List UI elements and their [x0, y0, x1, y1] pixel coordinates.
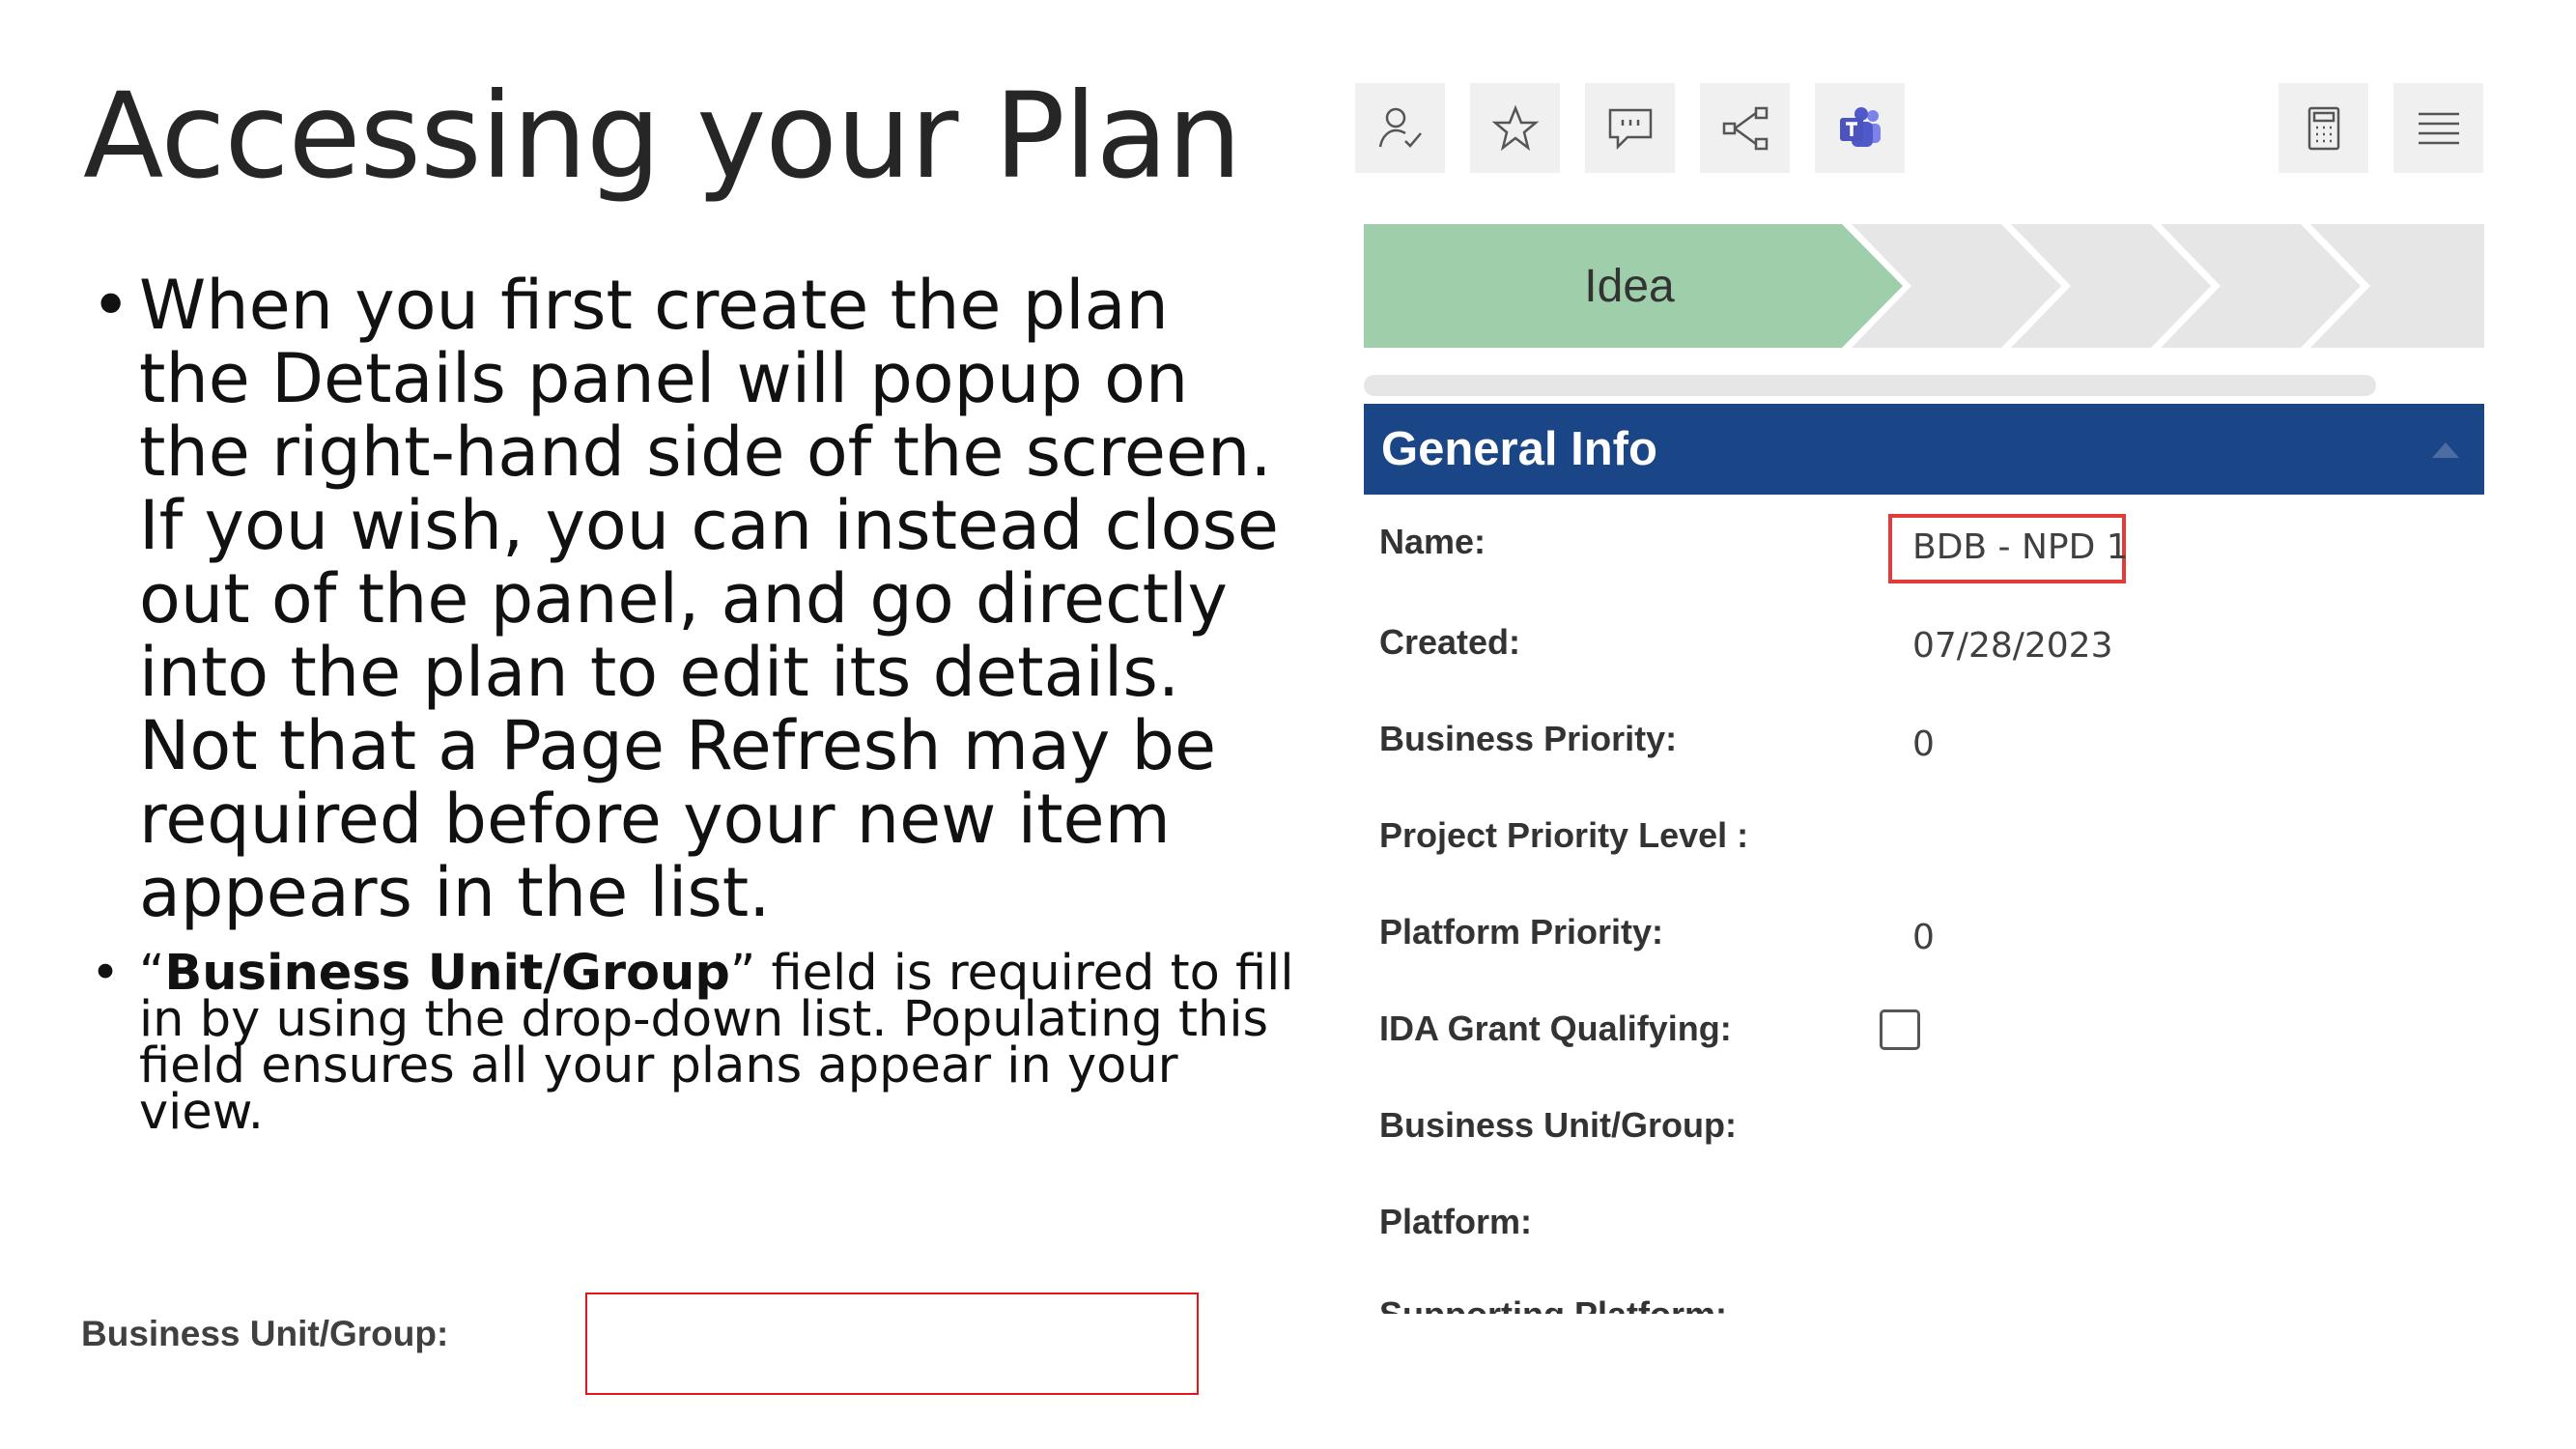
- project-priority-level-label: Project Priority Level :: [1379, 815, 1749, 855]
- created-value: 07/28/2023: [1912, 626, 2113, 666]
- bullet-item-1: • When you first create the plan the Det…: [83, 269, 1300, 929]
- cut-off-field-row: Supporting Platform:: [1364, 1294, 2484, 1314]
- menu-button[interactable]: [2393, 83, 2483, 173]
- platform-label: Platform:: [1379, 1202, 1533, 1241]
- calculator-icon: [2307, 106, 2339, 150]
- business-unit-group-label: Business Unit/Group:: [1379, 1105, 1738, 1145]
- business-unit-group-callout-field[interactable]: [585, 1293, 1199, 1395]
- comment-icon: [1608, 108, 1652, 150]
- horizontal-scrollbar[interactable]: [1364, 375, 2376, 396]
- assign-user-icon: [1378, 107, 1422, 148]
- collapse-arrow-icon[interactable]: [2432, 442, 2459, 458]
- menu-icon: [2418, 112, 2459, 144]
- bullet-dot: •: [91, 266, 131, 345]
- business-priority-label: Business Priority:: [1379, 719, 1678, 758]
- teams-button[interactable]: [1815, 83, 1905, 173]
- name-label: Name:: [1379, 522, 1486, 561]
- bullet-dot: •: [91, 945, 121, 1002]
- stage-idea[interactable]: Idea: [1364, 224, 1895, 348]
- bullet-text-1: When you first create the plan the Detai…: [139, 266, 1279, 932]
- assign-user-button[interactable]: [1355, 83, 1445, 173]
- comment-button[interactable]: [1585, 83, 1675, 173]
- ida-grant-qualifying-label: IDA Grant Qualifying:: [1379, 1009, 1732, 1048]
- created-label: Created:: [1379, 622, 1521, 662]
- bullet-list: • When you first create the plan the Det…: [83, 269, 1300, 1137]
- teams-icon: [1839, 106, 1881, 147]
- bullet-item-2: • “Business Unit/Group” field is require…: [83, 945, 1300, 1137]
- ida-grant-qualifying-checkbox[interactable]: [1880, 1009, 1920, 1050]
- name-value[interactable]: BDB - NPD 1: [1912, 527, 2129, 567]
- calculator-button[interactable]: [2279, 83, 2368, 173]
- business-unit-group-callout-label: Business Unit/Group:: [81, 1314, 449, 1353]
- cut-off-field-label: Supporting Platform:: [1379, 1294, 1727, 1314]
- share-icon: [1722, 106, 1768, 150]
- share-button[interactable]: [1700, 83, 1790, 173]
- general-info-header[interactable]: General Info: [1364, 404, 2484, 495]
- platform-priority-value[interactable]: 0: [1912, 918, 1935, 957]
- platform-priority-label: Platform Priority:: [1379, 912, 1664, 952]
- stage-process-bar: Idea: [1364, 224, 2484, 348]
- favorite-star-icon: [1491, 104, 1539, 151]
- general-info-title: General Info: [1381, 423, 1657, 475]
- business-priority-value[interactable]: 0: [1912, 724, 1935, 764]
- favorite-button[interactable]: [1470, 83, 1560, 173]
- slide-title: Accessing your Plan: [83, 68, 1242, 205]
